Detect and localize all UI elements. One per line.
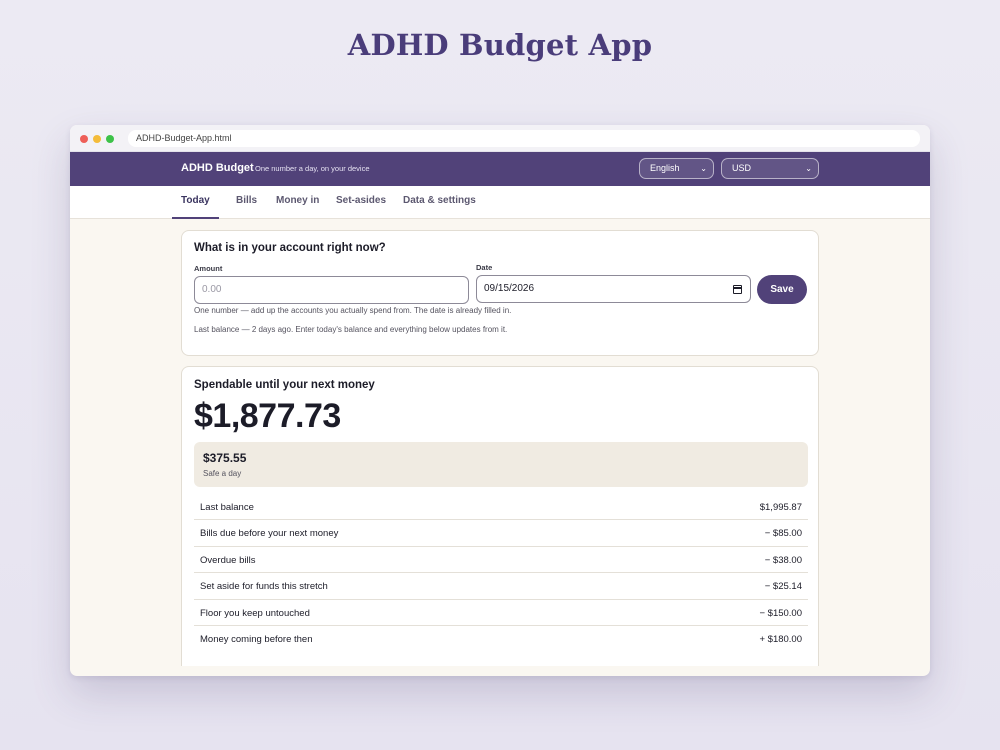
tab-bills[interactable]: Bills	[236, 195, 257, 219]
spendable-heading: Spendable until your next money	[194, 379, 375, 391]
breakdown-row: Last balance $1,995.87	[194, 494, 808, 521]
breakdown-label: Set aside for funds this stretch	[200, 581, 328, 593]
breakdown-label: Floor you keep untouched	[200, 607, 310, 619]
safe-a-day-label: Safe a day	[203, 469, 242, 478]
breakdown-row: Set aside for funds this stretch − $25.1…	[194, 573, 808, 600]
close-window-icon[interactable]	[80, 135, 88, 143]
tab-data-settings[interactable]: Data & settings	[403, 195, 476, 219]
brand-name: ADHD Budget	[181, 162, 254, 174]
breakdown-value: − $85.00	[764, 528, 802, 540]
language-select-value: English	[650, 163, 680, 173]
app-header: ADHD Budget One number a day, on your de…	[70, 152, 930, 186]
tab-bar: Today Bills Money in Set-asides Data & s…	[70, 186, 930, 219]
tab-money-in[interactable]: Money in	[276, 195, 319, 219]
currency-select-value: USD	[732, 163, 752, 173]
amount-help-text: One number — add up the accounts you act…	[194, 306, 512, 315]
breakdown-row: Overdue bills − $38.00	[194, 547, 808, 574]
breakdown-row: Floor you keep untouched − $150.00	[194, 600, 808, 626]
amount-label: Amount	[194, 264, 223, 273]
breakdown-value: − $25.14	[764, 581, 802, 593]
safe-a-day-amount: $375.55	[203, 451, 247, 465]
date-input-value: 09/15/2026	[484, 283, 535, 294]
save-button[interactable]: Save	[757, 275, 807, 304]
last-balance-note: Last balance — 2 days ago. Enter today's…	[194, 325, 508, 334]
calendar-icon[interactable]	[733, 285, 742, 294]
chevron-down-icon: ⌄	[700, 164, 707, 173]
breakdown-list: Last balance $1,995.87 Bills due before …	[194, 494, 808, 652]
browser-window: ADHD-Budget-App.html ADHD Budget One num…	[70, 125, 930, 676]
balance-entry-card: What is in your account right now? Amoun…	[181, 230, 819, 356]
date-label: Date	[476, 263, 493, 272]
browser-chrome: ADHD-Budget-App.html	[70, 125, 930, 152]
minimize-window-icon[interactable]	[93, 135, 101, 143]
maximize-window-icon[interactable]	[106, 135, 114, 143]
safe-a-day-box: $375.55 Safe a day	[194, 442, 808, 487]
breakdown-label: Overdue bills	[200, 554, 256, 566]
breakdown-value: $1,995.87	[759, 502, 802, 513]
breakdown-value: + $180.00	[759, 633, 802, 645]
breakdown-label: Bills due before your next money	[200, 528, 339, 540]
date-input[interactable]: 09/15/2026	[476, 275, 751, 303]
brand-tagline: One number a day, on your device	[255, 164, 370, 173]
amount-input[interactable]: 0.00	[194, 276, 469, 304]
breakdown-label: Money coming before then	[200, 633, 313, 645]
breakdown-value: − $38.00	[764, 554, 802, 566]
page-title: ADHD Budget App	[347, 28, 653, 62]
balance-card-heading: What is in your account right now?	[194, 242, 386, 254]
spendable-amount: $1,877.73	[194, 397, 341, 435]
tab-set-asides[interactable]: Set-asides	[336, 195, 386, 219]
tab-today[interactable]: Today	[172, 195, 219, 219]
spendable-card: Spendable until your next money $1,877.7…	[181, 366, 819, 666]
language-select[interactable]: English ⌄	[639, 158, 714, 179]
currency-select[interactable]: USD ⌄	[721, 158, 819, 179]
breakdown-label: Last balance	[200, 502, 254, 513]
chevron-down-icon: ⌄	[805, 164, 812, 173]
breakdown-row: Bills due before your next money − $85.0…	[194, 520, 808, 547]
breakdown-row: Money coming before then + $180.00	[194, 626, 808, 652]
address-bar[interactable]: ADHD-Budget-App.html	[128, 130, 920, 147]
breakdown-value: − $150.00	[759, 607, 802, 619]
